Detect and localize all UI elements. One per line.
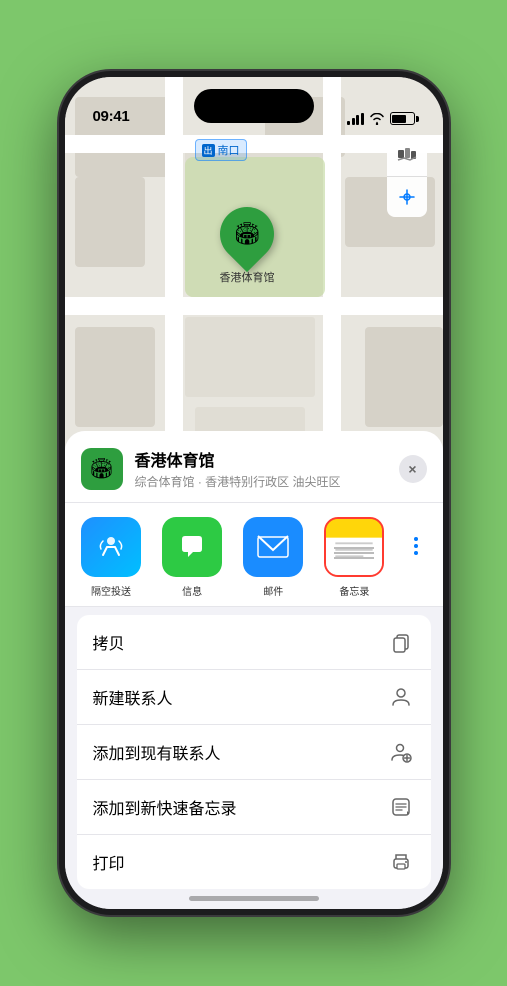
location-name: 香港体育馆 [135,447,387,471]
bottom-sheet: 🏟 香港体育馆 综合体育馆 · 香港特别行政区 油尖旺区 × [65,431,443,909]
airdrop-icon [81,517,141,577]
copy-label: 拷贝 [93,630,125,654]
share-item-airdrop[interactable]: 隔空投送 [73,517,150,598]
map-pin[interactable]: 🏟 香港体育馆 [220,207,275,285]
mail-icon [243,517,303,577]
battery-icon [390,112,415,125]
quick-note-label: 添加到新快速备忘录 [93,795,237,819]
venue-icon: 🏟 [89,456,114,481]
action-item-add-contact[interactable]: 添加到现有联系人 [77,725,431,780]
stadium-icon: 🏟 [233,221,261,247]
exit-prefix: 出 [202,144,215,157]
new-contact-label: 新建联系人 [93,685,173,709]
share-row: 隔空投送 信息 [65,503,443,607]
home-indicator [189,896,319,901]
print-label: 打印 [93,850,125,874]
person-icon [387,683,415,711]
status-icons [347,112,415,125]
wifi-icon [369,113,385,125]
action-item-copy[interactable]: 拷贝 [77,615,431,670]
map-type-button[interactable] [387,137,427,177]
copy-icon [387,628,415,656]
action-item-new-contact[interactable]: 新建联系人 [77,670,431,725]
airdrop-label: 隔空投送 [91,583,131,598]
phone-screen: 09:41 [65,77,443,909]
signal-bars-icon [347,113,364,125]
action-item-quick-note[interactable]: 添加到新快速备忘录 [77,780,431,835]
pin-circle: 🏟 [209,196,285,272]
print-icon [387,848,415,876]
action-item-print[interactable]: 打印 [77,835,431,889]
notes-label: 备忘录 [339,583,369,598]
exit-label: 南口 [218,142,240,158]
location-subtitle: 综合体育馆 · 香港特别行政区 油尖旺区 [135,473,387,490]
location-card: 🏟 香港体育馆 综合体育馆 · 香港特别行政区 油尖旺区 × [65,431,443,503]
messages-label: 信息 [182,583,202,598]
share-item-more[interactable] [397,517,435,598]
action-list: 拷贝 新建联系人 [77,615,431,889]
add-contact-label: 添加到现有联系人 [93,740,221,764]
map-label: 出 南口 [195,139,247,161]
person-add-icon [387,738,415,766]
share-item-messages[interactable]: 信息 [154,517,231,598]
share-item-notes[interactable]: 备忘录 [316,517,393,598]
mail-label: 邮件 [263,583,283,598]
phone-frame: 09:41 [59,71,449,915]
location-icon-wrap: 🏟 [81,448,123,490]
dynamic-island [194,89,314,123]
close-button[interactable]: × [399,455,427,483]
location-info: 香港体育馆 综合体育馆 · 香港特别行政区 油尖旺区 [135,447,387,490]
map-controls [387,137,427,217]
location-button[interactable] [387,177,427,217]
more-icon [414,519,418,555]
notes-icon [324,517,384,577]
status-time: 09:41 [93,108,130,125]
note-icon [387,793,415,821]
share-item-mail[interactable]: 邮件 [235,517,312,598]
messages-icon [162,517,222,577]
